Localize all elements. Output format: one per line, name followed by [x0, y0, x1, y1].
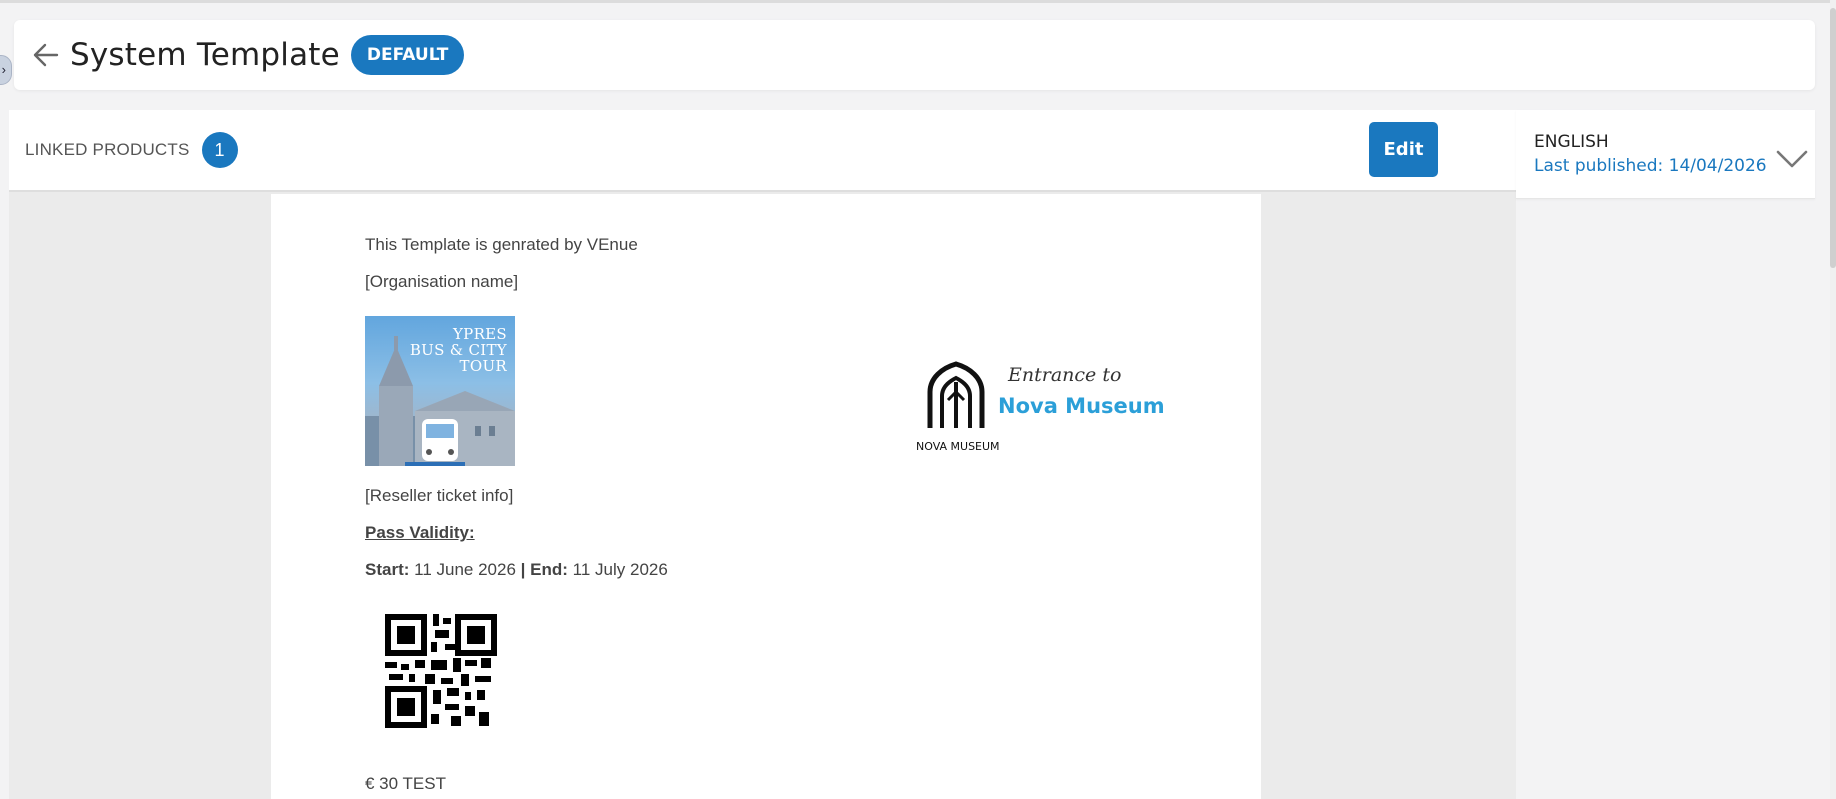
start-date: 11 June 2026 [414, 560, 516, 579]
logo-line-1: Entrance to [1008, 364, 1122, 386]
sidebar-toggle-handle[interactable]: › [0, 55, 12, 85]
chevron-down-icon[interactable] [1774, 146, 1810, 170]
chevron-right-icon: › [1, 62, 6, 77]
end-date: 11 July 2026 [572, 560, 668, 579]
organisation-placeholder: [Organisation name] [365, 272, 519, 291]
default-badge: DEFAULT [350, 35, 465, 75]
main-panel: LINKED PRODUCTS 1 Edit This Template is … [9, 110, 1516, 799]
page-title: System Template [70, 37, 340, 73]
museum-arch-icon [927, 361, 985, 428]
logo-line-2: Nova Museum [998, 394, 1165, 418]
last-published: Last published: 14/04/2026 [1534, 156, 1767, 176]
reseller-placeholder: [Reseller ticket info] [365, 486, 514, 505]
language-name: ENGLISH [1534, 132, 1609, 152]
template-preview: This Template is genrated by VEnue [Orga… [271, 194, 1261, 799]
logo-caption: NOVA MUSEUM [916, 440, 1000, 453]
arrow-left-icon [33, 43, 59, 67]
linked-products-bar: LINKED PRODUCTS 1 Edit [9, 110, 1516, 192]
start-label: Start: [365, 560, 410, 579]
linked-products-count[interactable]: 1 [201, 132, 238, 168]
pass-validity-heading: Pass Validity: [365, 523, 475, 542]
edit-button[interactable]: Edit [1369, 122, 1438, 177]
back-button[interactable] [30, 40, 60, 70]
page-header: System Template DEFAULT [14, 20, 1815, 90]
top-border [0, 0, 1836, 3]
page-scrollbar[interactable] [1830, 0, 1836, 799]
date-separator: | [520, 560, 526, 579]
tour-image-text: YPRES BUS & CITY TOUR [409, 325, 507, 375]
language-panel[interactable]: ENGLISH Last published: 14/04/2026 [1516, 110, 1815, 199]
qr-code [365, 594, 515, 744]
intro-text: This Template is genrated by VEnue [365, 235, 638, 254]
tour-image: YPRES BUS & CITY TOUR [365, 316, 515, 466]
linked-products-label[interactable]: LINKED PRODUCTS [25, 140, 190, 160]
scrollbar-thumb[interactable] [1830, 8, 1836, 268]
validity-dates: Start: 11 June 2026 | End: 11 July 2026 [365, 560, 668, 580]
price-text: € 30 TEST [365, 774, 446, 793]
end-label: End: [530, 560, 568, 579]
